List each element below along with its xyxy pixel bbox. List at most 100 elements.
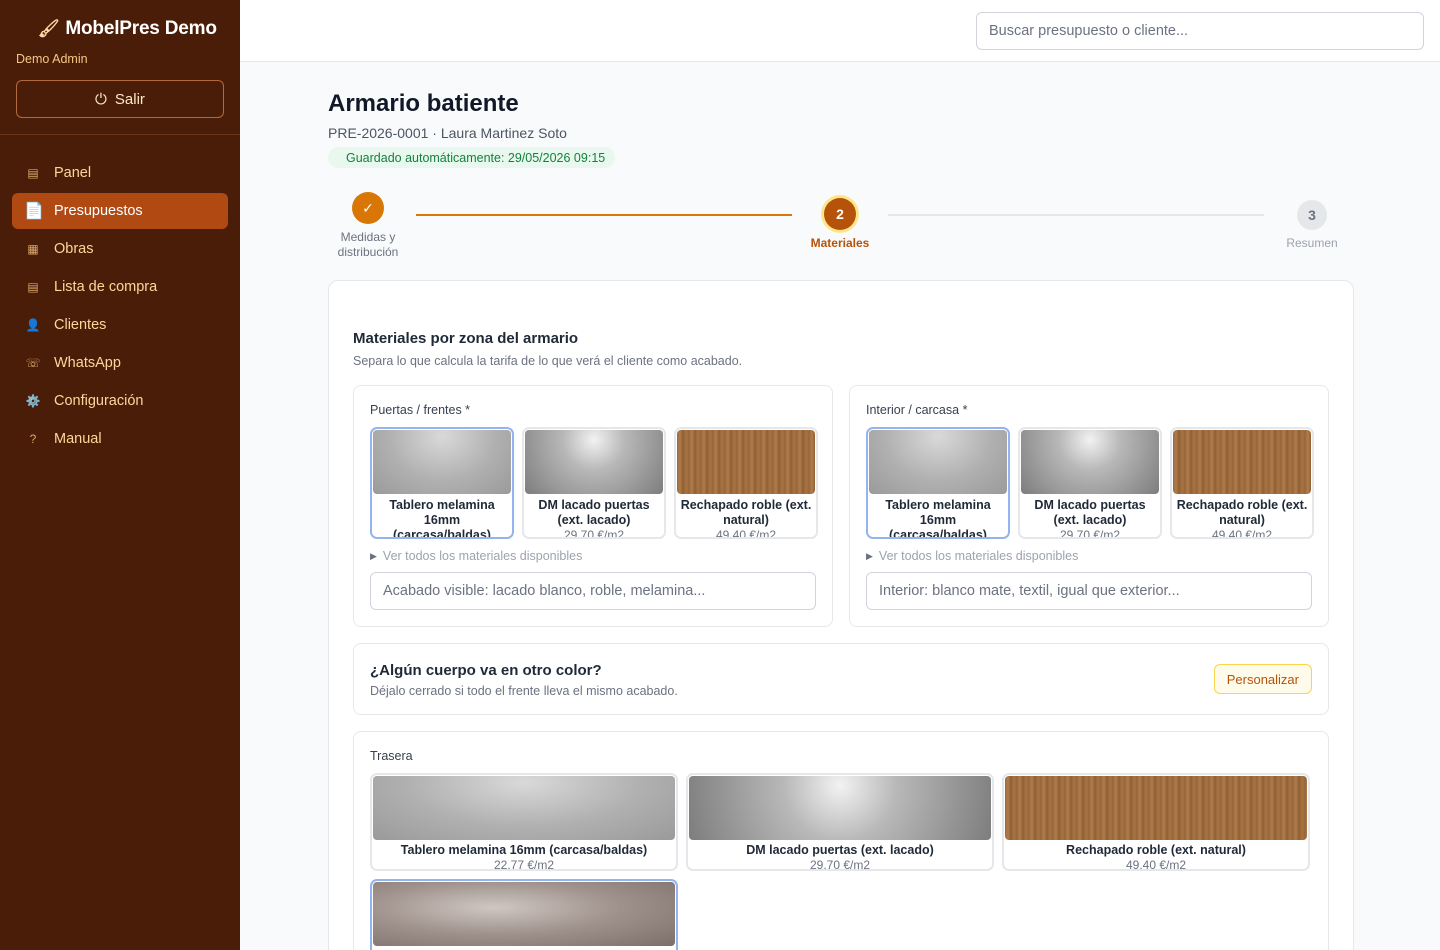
material-option[interactable]: DM lacado puertas (ext. lacado) 29,70 €/… (686, 773, 994, 871)
user-icon: 👤 (25, 318, 41, 332)
sidebar-item-label: Clientes (54, 317, 107, 333)
material-texture (373, 776, 675, 840)
check-icon: ✓ (352, 192, 384, 224)
sidebar-item-clientes[interactable]: 👤 Clientes (12, 307, 228, 343)
sidebar-item-label: WhatsApp (54, 355, 121, 371)
material-name: Rechapado roble (ext. natural) (1176, 498, 1308, 527)
material-texture (525, 430, 663, 494)
triangle-right-icon: ▶ (370, 550, 377, 561)
ver-todos-toggle[interactable]: ▶ Ver todos los materiales disponibles (370, 549, 582, 563)
material-texture (373, 882, 675, 946)
ver-todos-label: Ver todos los materiales disponibles (878, 549, 1079, 563)
interior-acabado-input[interactable] (866, 572, 1312, 610)
ver-todos-label: Ver todos los materiales disponibles (382, 549, 583, 563)
material-price: 22,77 €/m2 (493, 858, 555, 871)
materials-card: Materiales por zona del armario Separa l… (328, 280, 1354, 950)
material-texture (1173, 430, 1311, 494)
section-title: Materiales por zona del armario (353, 330, 579, 347)
sidebar-item-label: Lista de compra (54, 279, 158, 295)
zone-interior: Interior / carcasa * Tablero melamina 16… (849, 385, 1329, 627)
sidebar-item-label: Manual (54, 431, 102, 447)
step-number: 3 (1297, 200, 1327, 230)
help-icon: ? (29, 432, 37, 446)
material-name: Rechapado roble (ext. natural) (1066, 843, 1246, 857)
zone-trasera: Trasera Tablero melamina 16mm (carcasa/b… (353, 731, 1329, 950)
step-connector-done (416, 214, 792, 216)
step-materiales[interactable]: 2 Materiales (800, 198, 880, 251)
sidebar-item-lista-de-compra[interactable]: ▤ Lista de compra (12, 269, 228, 305)
sidebar: 🖌 MobelPres Demo Demo Admin ⏻ Salir ▤ Pa… (0, 0, 240, 950)
topbar (240, 0, 1440, 62)
sidebar-item-whatsapp[interactable]: ☏ WhatsApp (12, 345, 228, 381)
material-name: DM lacado puertas (ext. lacado) (746, 843, 934, 857)
autosave-badge: Guardado automáticamente: 29/05/2026 09:… (328, 147, 616, 168)
stepper: ✓ Medidas y distribución 2 Materiales 3 … (328, 190, 1354, 260)
material-option[interactable]: DM lacado puertas (ext. lacado) 29,70 €/… (1018, 427, 1162, 539)
step-number: 2 (824, 198, 856, 230)
material-option[interactable]: Rechapado roble (ext. natural) 49,40 €/m… (1002, 773, 1310, 871)
material-option[interactable]: Tablero melamina 16mm (carcasa/baldas) 2… (866, 427, 1010, 539)
material-texture (689, 776, 991, 840)
step-medidas[interactable]: ✓ Medidas y distribución (328, 192, 408, 260)
sidebar-item-label: Panel (54, 165, 92, 181)
sidebar-item-obras[interactable]: ▦ Obras (12, 231, 228, 267)
brush-icon: 🖌 (38, 19, 60, 38)
logout-button[interactable]: ⏻ Salir (16, 80, 224, 118)
material-options: Tablero melamina 16mm (carcasa/baldas) 2… (866, 427, 1314, 539)
building-icon: ▦ (27, 242, 39, 256)
power-icon: ⏻ (95, 90, 107, 108)
step-label: Medidas y distribución (337, 230, 399, 259)
material-texture (677, 430, 815, 494)
step-resumen[interactable]: 3 Resumen (1272, 200, 1352, 251)
material-option[interactable]: Rechapado roble (ext. natural) 49,40 €/m… (1170, 427, 1314, 539)
material-texture (869, 430, 1007, 494)
material-option[interactable] (370, 879, 678, 950)
sidebar-nav: ▤ Panel 📄 Presupuestos ▦ Obras ▤ Lista d… (12, 155, 228, 459)
zone-otro-color: ¿Algún cuerpo va en otro color? Déjalo c… (353, 643, 1329, 715)
material-option[interactable]: DM lacado puertas (ext. lacado) 29,70 €/… (522, 427, 666, 539)
zone-label: Trasera (370, 749, 413, 763)
list-icon: ▤ (27, 280, 39, 294)
otro-color-title: ¿Algún cuerpo va en otro color? (370, 662, 602, 679)
search-input[interactable] (976, 12, 1424, 50)
zone-puertas: Puertas / frentes * Tablero melamina 16m… (353, 385, 833, 627)
personalizar-button[interactable]: Personalizar (1213, 664, 1312, 694)
sidebar-item-label: Configuración (54, 393, 144, 409)
page-title: Armario batiente (328, 90, 519, 117)
gear-icon: ⚙️ (25, 394, 41, 408)
logout-label: Salir (114, 90, 145, 108)
sidebar-item-presupuestos[interactable]: 📄 Presupuestos (12, 193, 228, 229)
sidebar-item-configuracion[interactable]: ⚙️ Configuración (12, 383, 228, 419)
material-texture (1005, 776, 1307, 840)
step-label: Resumen (1286, 236, 1338, 250)
sidebar-divider (0, 134, 240, 135)
step-label: Materiales (810, 236, 870, 250)
document-icon: 📄 (24, 203, 44, 220)
ver-todos-toggle[interactable]: ▶ Ver todos los materiales disponibles (866, 549, 1078, 563)
material-price: 29,70 €/m2 (809, 858, 871, 871)
material-option[interactable]: Tablero melamina 16mm (carcasa/baldas) 2… (370, 773, 678, 871)
triangle-right-icon: ▶ (866, 550, 873, 561)
material-option[interactable]: Rechapado roble (ext. natural) 49,40 €/m… (674, 427, 818, 539)
material-name: DM lacado puertas (ext. lacado) (538, 498, 650, 527)
sidebar-item-panel[interactable]: ▤ Panel (12, 155, 228, 191)
otro-color-description: Déjalo cerrado si todo el frente lleva e… (370, 684, 678, 698)
section-description: Separa lo que calcula la tarifa de lo qu… (353, 354, 743, 368)
zone-label: Puertas / frentes * (370, 403, 471, 417)
sidebar-item-manual[interactable]: ? Manual (12, 421, 228, 457)
quote-subtitle: PRE-2026-0001 · Laura Martinez Soto (328, 125, 567, 141)
material-texture (373, 430, 511, 494)
material-option[interactable]: Tablero melamina 16mm (carcasa/baldas) 2… (370, 427, 514, 539)
material-name: Tablero melamina 16mm (carcasa/baldas) (400, 843, 648, 857)
material-name: DM lacado puertas (ext. lacado) (1034, 498, 1146, 527)
material-options: Tablero melamina 16mm (carcasa/baldas) 2… (370, 427, 818, 539)
material-name: Tablero melamina 16mm (carcasa/baldas) (885, 498, 991, 539)
brand[interactable]: 🖌 MobelPres Demo (38, 18, 217, 40)
material-price: 49,40 €/m2 (1125, 858, 1187, 871)
acabado-visible-input[interactable] (370, 572, 816, 610)
grid-icon: ▤ (27, 166, 39, 180)
step-connector-pending (888, 214, 1264, 216)
material-texture (1021, 430, 1159, 494)
material-price: 29,70 €/m2 (563, 528, 625, 539)
material-name: Rechapado roble (ext. natural) (680, 498, 812, 527)
